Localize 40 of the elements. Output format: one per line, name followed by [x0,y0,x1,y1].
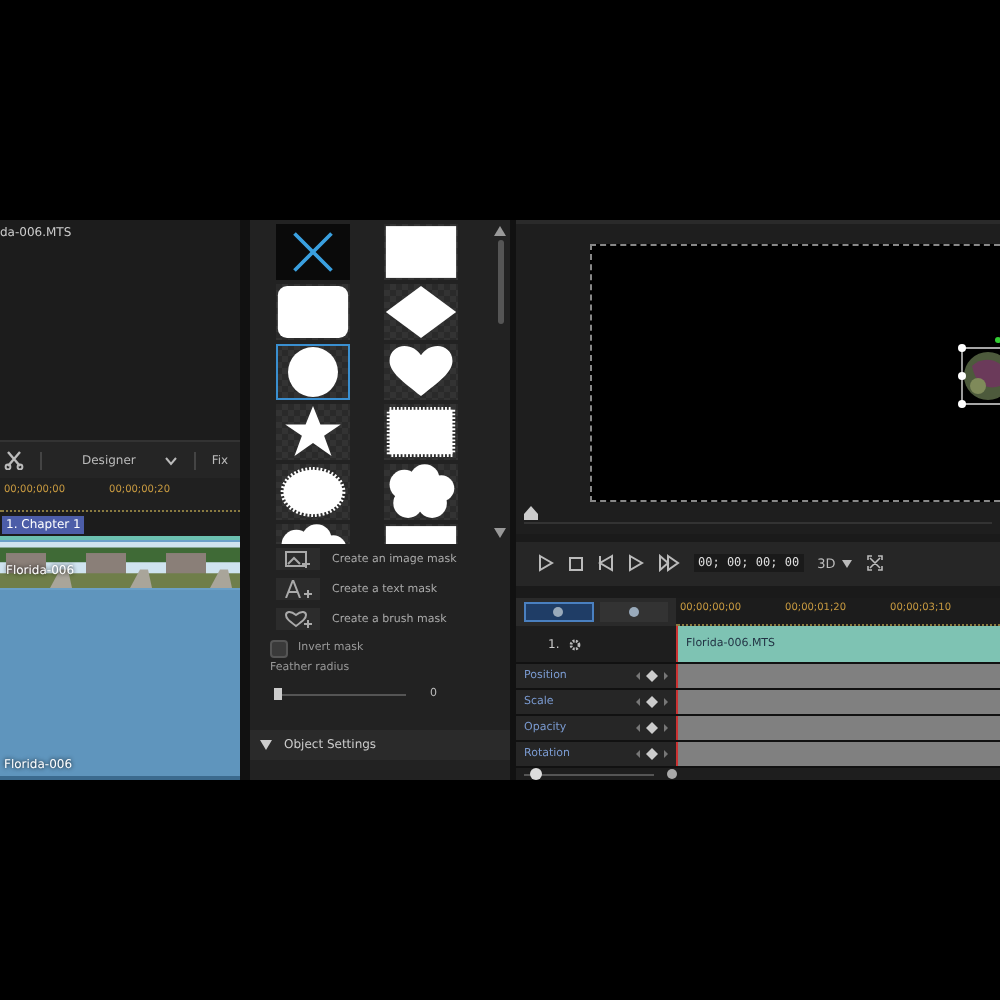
invert-checkbox[interactable] [270,639,288,657]
view-tab[interactable] [524,602,593,622]
keyframe-nav-icon[interactable] [634,696,670,708]
slider-thumb[interactable] [274,687,282,699]
scroll-down-icon[interactable] [494,528,506,538]
mask-shape[interactable] [384,404,458,460]
mask-shape[interactable] [276,224,350,280]
seek-slider-thumb[interactable] [524,506,538,521]
dot-icon [627,606,640,618]
caret-icon [163,455,178,465]
mask-shape[interactable] [384,464,458,520]
mask-action-icon[interactable] [276,608,320,630]
gear-icon [567,637,582,651]
fast-forward-icon[interactable] [658,554,680,573]
play-icon[interactable] [538,554,554,573]
stop-icon[interactable] [568,555,584,572]
mask-shape[interactable] [276,464,350,520]
next-frame-icon[interactable] [628,554,644,573]
keyframe-nav-icon[interactable] [634,670,670,682]
dot-icon [552,606,565,618]
scissors-icon[interactable] [4,450,24,470]
view-tab[interactable] [599,602,668,622]
zoom-in-icon[interactable] [666,768,678,780]
caret-icon [841,559,852,568]
mask-shape[interactable] [276,404,350,460]
keyframe-nav-icon[interactable] [634,748,670,760]
mask-shape[interactable] [384,524,458,544]
mask-action-icon[interactable] [276,578,320,600]
mask-shape[interactable] [384,284,458,340]
mask-action-icon[interactable] [276,548,320,570]
mask-shape[interactable] [276,284,350,340]
keyframe-nav-icon[interactable] [634,722,670,734]
mask-shape[interactable] [384,344,458,400]
mask-shape[interactable] [276,344,350,400]
scroll-up-icon[interactable] [494,226,506,236]
previous-frame-icon[interactable] [598,554,614,573]
mask-shape[interactable] [276,524,350,544]
mask-shape[interactable] [384,224,458,280]
fullscreen-icon[interactable] [865,554,884,573]
expand-icon[interactable] [260,740,272,750]
